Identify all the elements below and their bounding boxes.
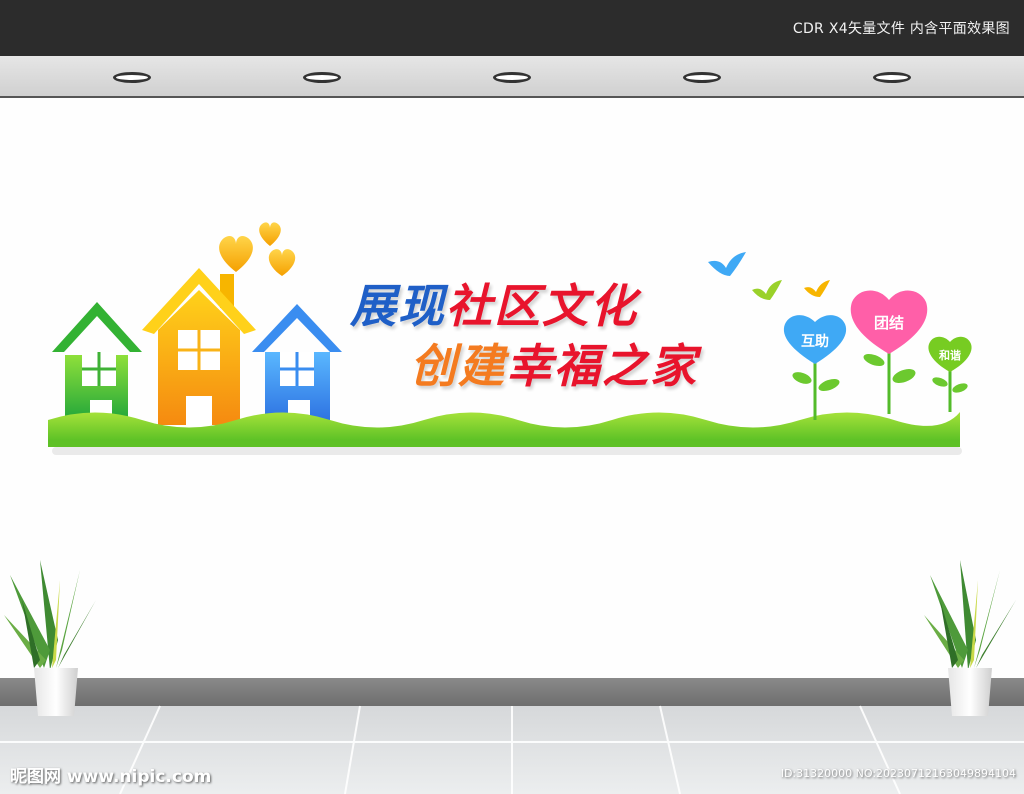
slogan-line-1: 展现社区文化	[350, 270, 638, 336]
slogan-line-2-part-1: 创建	[410, 339, 506, 393]
watermark-site: 昵图网 www.nipic.com	[10, 767, 212, 787]
bird-icon	[708, 252, 830, 300]
heart-label: 和谐	[939, 348, 961, 362]
heart-label: 互助	[801, 333, 829, 350]
slogan-line-1-part-1: 展现	[350, 279, 446, 333]
house-icon	[142, 268, 256, 426]
slogan-line-1-part-2: 社区文化	[446, 279, 638, 333]
sign-shadow	[52, 447, 962, 455]
grass-edge	[48, 440, 960, 447]
house-icon	[52, 302, 142, 426]
house-icon	[252, 304, 342, 426]
heart-icon	[219, 222, 296, 276]
snake-plant-icon	[4, 560, 96, 716]
slogan-line-2-part-2: 幸福之家	[506, 339, 698, 393]
slogan-line-2: 创建幸福之家	[410, 330, 698, 396]
signboard-artwork: 互助 团结 和谐	[0, 222, 1024, 794]
snake-plant-icon	[924, 560, 1016, 716]
heart-label: 团结	[874, 314, 904, 332]
watermark-id: ID:31320000 NO:20230712163049894104	[780, 767, 1016, 780]
